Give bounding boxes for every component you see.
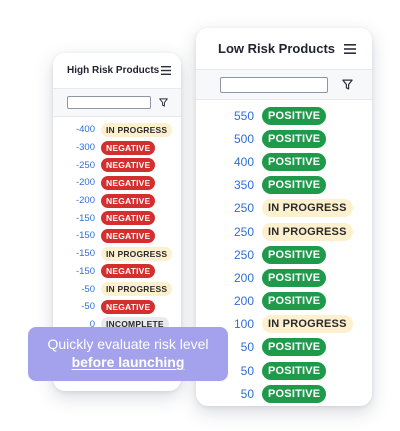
status-badge: NEGATIVE <box>101 158 156 173</box>
list-item[interactable]: 250 POSITIVE <box>196 243 372 266</box>
risk-value: -150 <box>75 248 95 260</box>
filter-input[interactable] <box>219 76 328 93</box>
risk-value: -50 <box>81 301 95 313</box>
risk-value: -250 <box>75 159 95 171</box>
list-item[interactable]: -400 IN PROGRESS <box>53 121 181 139</box>
list-item[interactable]: -150 NEGATIVE <box>53 263 181 281</box>
panel-title: High Risk Products <box>67 65 160 76</box>
status-badge: POSITIVE <box>262 152 327 171</box>
list-item[interactable]: 350 POSITIVE <box>196 174 372 197</box>
status-badge: POSITIVE <box>262 268 327 287</box>
list-item[interactable]: -200 NEGATIVE <box>53 174 181 192</box>
callout-text: Quickly evaluate risk level <box>47 336 209 352</box>
risk-value: 350 <box>233 178 254 193</box>
list-item[interactable]: 500 POSITIVE <box>196 127 372 150</box>
risk-value: -150 <box>75 212 95 224</box>
panel-header: Low Risk Products <box>196 28 372 70</box>
risk-value: 200 <box>233 270 254 285</box>
panel-title: Low Risk Products <box>218 41 336 56</box>
list-item[interactable]: 200 POSITIVE <box>196 266 372 289</box>
filter-icon[interactable] <box>341 79 353 90</box>
status-badge: POSITIVE <box>262 361 327 380</box>
status-badge: POSITIVE <box>262 338 327 357</box>
status-badge: IN PROGRESS <box>262 199 353 218</box>
filter-input[interactable] <box>66 96 151 109</box>
status-badge: IN PROGRESS <box>101 282 173 297</box>
panel-header: High Risk Products <box>53 53 181 89</box>
filter-icon[interactable] <box>158 98 168 107</box>
status-badge: POSITIVE <box>262 384 327 403</box>
list-item[interactable]: 550 POSITIVE <box>196 104 372 127</box>
status-badge: NEGATIVE <box>101 299 156 314</box>
callout-emphasis: before launching <box>71 354 185 370</box>
risk-value: 50 <box>240 386 254 401</box>
status-badge: NEGATIVE <box>101 264 156 279</box>
risk-value: -400 <box>75 124 95 136</box>
status-badge: IN PROGRESS <box>101 122 173 137</box>
status-badge: NEGATIVE <box>101 211 156 226</box>
risk-value: -200 <box>75 177 95 189</box>
menu-icon[interactable] <box>161 66 171 75</box>
status-badge: IN PROGRESS <box>262 222 353 241</box>
risk-value: -150 <box>75 265 95 277</box>
risk-value: -150 <box>75 230 95 242</box>
status-badge: POSITIVE <box>262 292 327 311</box>
risk-value: 250 <box>233 247 254 262</box>
status-badge: NEGATIVE <box>101 228 156 243</box>
status-badge: POSITIVE <box>262 176 327 195</box>
risk-value: -300 <box>75 142 95 154</box>
risk-value: -200 <box>75 195 95 207</box>
status-badge: POSITIVE <box>262 106 327 125</box>
list-item[interactable]: -250 NEGATIVE <box>53 156 181 174</box>
list-item[interactable]: -200 NEGATIVE <box>53 192 181 210</box>
list-item[interactable]: -300 NEGATIVE <box>53 139 181 157</box>
risk-value: 200 <box>233 294 254 309</box>
list-item[interactable]: -50 IN PROGRESS <box>53 280 181 298</box>
list-item[interactable]: -150 NEGATIVE <box>53 227 181 245</box>
status-badge: NEGATIVE <box>101 140 156 155</box>
risk-value: 400 <box>233 154 254 169</box>
status-badge: POSITIVE <box>262 245 327 264</box>
list-item[interactable]: 50 POSITIVE <box>196 382 372 405</box>
status-badge: IN PROGRESS <box>262 315 353 334</box>
list-item[interactable]: -150 IN PROGRESS <box>53 245 181 263</box>
list-item[interactable]: -50 NEGATIVE <box>53 298 181 316</box>
risk-value: 500 <box>233 131 254 146</box>
risk-value: 550 <box>233 108 254 123</box>
list-item[interactable]: 250 IN PROGRESS <box>196 197 372 220</box>
list-item[interactable]: 250 IN PROGRESS <box>196 220 372 243</box>
status-badge: NEGATIVE <box>101 193 156 208</box>
filter-row <box>196 70 372 100</box>
risk-value: 250 <box>233 224 254 239</box>
filter-row <box>53 89 181 117</box>
list-item[interactable]: 400 POSITIVE <box>196 150 372 173</box>
product-list: -400 IN PROGRESS -300 NEGATIVE -250 NEGATIVE -… <box>53 117 181 333</box>
list-item[interactable]: 200 POSITIVE <box>196 290 372 313</box>
risk-value: 250 <box>233 201 254 216</box>
status-badge: IN PROGRESS <box>101 246 173 261</box>
risk-value: -50 <box>81 283 95 295</box>
status-badge: POSITIVE <box>262 129 327 148</box>
list-item[interactable]: -150 NEGATIVE <box>53 209 181 227</box>
status-badge: NEGATIVE <box>101 175 156 190</box>
callout-banner: Quickly evaluate risk level before launc… <box>28 327 228 381</box>
menu-icon[interactable] <box>344 43 356 54</box>
